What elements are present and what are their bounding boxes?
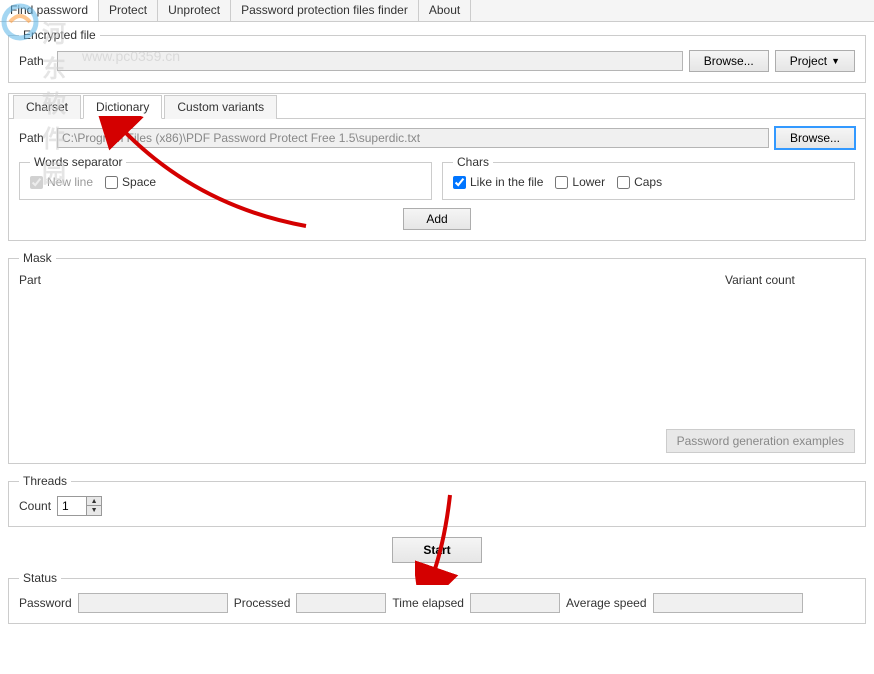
words-sep-legend: Words separator bbox=[30, 155, 126, 169]
thread-count-input[interactable] bbox=[58, 497, 86, 515]
chars-group: Chars Like in the file Lower Caps bbox=[442, 155, 855, 200]
mask-variant-count-header: Variant count bbox=[725, 273, 855, 287]
attack-tabs: Charset Dictionary Custom variants bbox=[9, 94, 865, 119]
attack-config-group: Charset Dictionary Custom variants Path … bbox=[8, 93, 866, 241]
mask-part-header: Part bbox=[19, 273, 725, 287]
chars-legend: Chars bbox=[453, 155, 493, 169]
spinner-down-icon[interactable]: ▼ bbox=[87, 506, 101, 515]
status-group: Status Password Processed Time elapsed A… bbox=[8, 571, 866, 624]
menu-unprotect[interactable]: Unprotect bbox=[158, 0, 231, 21]
main-menubar: Find password Protect Unprotect Password… bbox=[0, 0, 874, 22]
lower-checkbox[interactable]: Lower bbox=[555, 175, 605, 189]
status-elapsed-label: Time elapsed bbox=[392, 596, 464, 610]
status-elapsed-value bbox=[470, 593, 560, 613]
status-password-value bbox=[78, 593, 228, 613]
menu-protect[interactable]: Protect bbox=[99, 0, 158, 21]
count-label: Count bbox=[19, 499, 51, 513]
caps-checkbox[interactable]: Caps bbox=[617, 175, 662, 189]
caret-down-icon: ▼ bbox=[831, 56, 840, 66]
menu-find-password[interactable]: Find password bbox=[0, 0, 99, 21]
password-generation-button[interactable]: Password generation examples bbox=[666, 429, 855, 453]
project-button[interactable]: Project▼ bbox=[775, 50, 855, 72]
mask-group: Mask Part Variant count Password generat… bbox=[8, 251, 866, 464]
threads-group: Threads Count ▲ ▼ bbox=[8, 474, 866, 527]
status-processed-value bbox=[296, 593, 386, 613]
space-checkbox[interactable]: Space bbox=[105, 175, 156, 189]
path-label: Path bbox=[19, 54, 51, 68]
encrypted-file-browse-button[interactable]: Browse... bbox=[689, 50, 769, 72]
dictionary-browse-button[interactable]: Browse... bbox=[775, 127, 855, 149]
mask-list-area[interactable] bbox=[19, 287, 855, 429]
status-speed-value bbox=[653, 593, 803, 613]
encrypted-file-path-input[interactable] bbox=[57, 51, 683, 71]
tab-dictionary[interactable]: Dictionary bbox=[83, 95, 162, 119]
dictionary-path-input[interactable] bbox=[57, 128, 769, 148]
tab-custom-variants[interactable]: Custom variants bbox=[164, 95, 277, 119]
spinner-up-icon[interactable]: ▲ bbox=[87, 497, 101, 506]
threads-legend: Threads bbox=[19, 474, 71, 488]
encrypted-file-legend: Encrypted file bbox=[19, 28, 100, 42]
status-legend: Status bbox=[19, 571, 61, 585]
newline-checkbox[interactable]: New line bbox=[30, 175, 93, 189]
like-file-checkbox[interactable]: Like in the file bbox=[453, 175, 543, 189]
add-button[interactable]: Add bbox=[403, 208, 470, 230]
status-processed-label: Processed bbox=[234, 596, 291, 610]
menu-ppff[interactable]: Password protection files finder bbox=[231, 0, 419, 21]
status-speed-label: Average speed bbox=[566, 596, 647, 610]
mask-legend: Mask bbox=[19, 251, 56, 265]
encrypted-file-group: Encrypted file Path Browse... Project▼ bbox=[8, 28, 866, 83]
words-separator-group: Words separator New line Space bbox=[19, 155, 432, 200]
dict-path-label: Path bbox=[19, 131, 51, 145]
tab-charset[interactable]: Charset bbox=[13, 95, 81, 119]
start-button[interactable]: Start bbox=[392, 537, 481, 563]
menu-about[interactable]: About bbox=[419, 0, 471, 21]
thread-count-spinner[interactable]: ▲ ▼ bbox=[57, 496, 102, 516]
status-password-label: Password bbox=[19, 596, 72, 610]
